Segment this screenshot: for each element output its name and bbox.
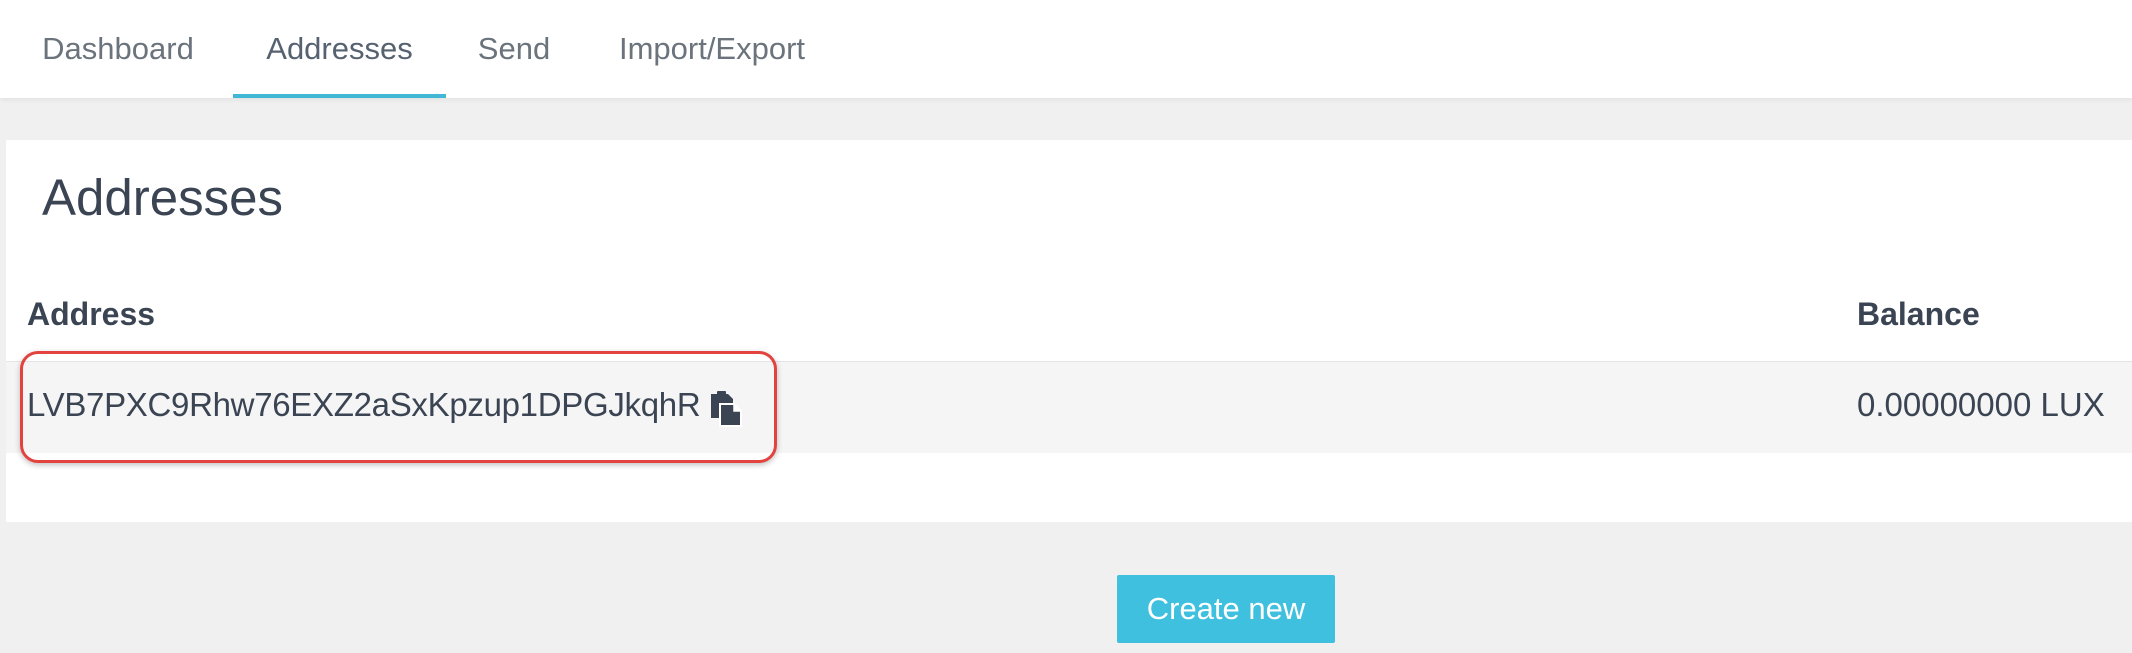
tab-send-label: Send <box>477 31 551 66</box>
active-tab-indicator <box>233 94 446 98</box>
column-header-address: Address <box>27 296 156 332</box>
tab-import-export-label: Import/Export <box>618 31 806 66</box>
tab-dashboard-label: Dashboard <box>42 31 194 66</box>
address-value[interactable]: LVB7PXC9Rhw76EXZ2aSxKpzup1DPGJkqhR <box>27 386 701 424</box>
tab-addresses[interactable]: Addresses <box>233 0 446 98</box>
tab-import-export[interactable]: Import/Export <box>596 0 828 98</box>
tab-addresses-label: Addresses <box>266 31 413 66</box>
tab-dashboard[interactable]: Dashboard <box>17 0 219 98</box>
create-new-button[interactable]: Create new <box>1117 575 1335 643</box>
tab-send[interactable]: Send <box>460 0 568 98</box>
column-header-balance: Balance <box>1857 296 1980 332</box>
copy-icon[interactable] <box>707 390 743 428</box>
balance-value: 0.00000000 LUX <box>1857 386 2105 423</box>
page-title: Addresses <box>42 169 283 226</box>
top-navigation: Dashboard Addresses Send Import/Export <box>0 0 2132 98</box>
addresses-card <box>6 140 2132 522</box>
